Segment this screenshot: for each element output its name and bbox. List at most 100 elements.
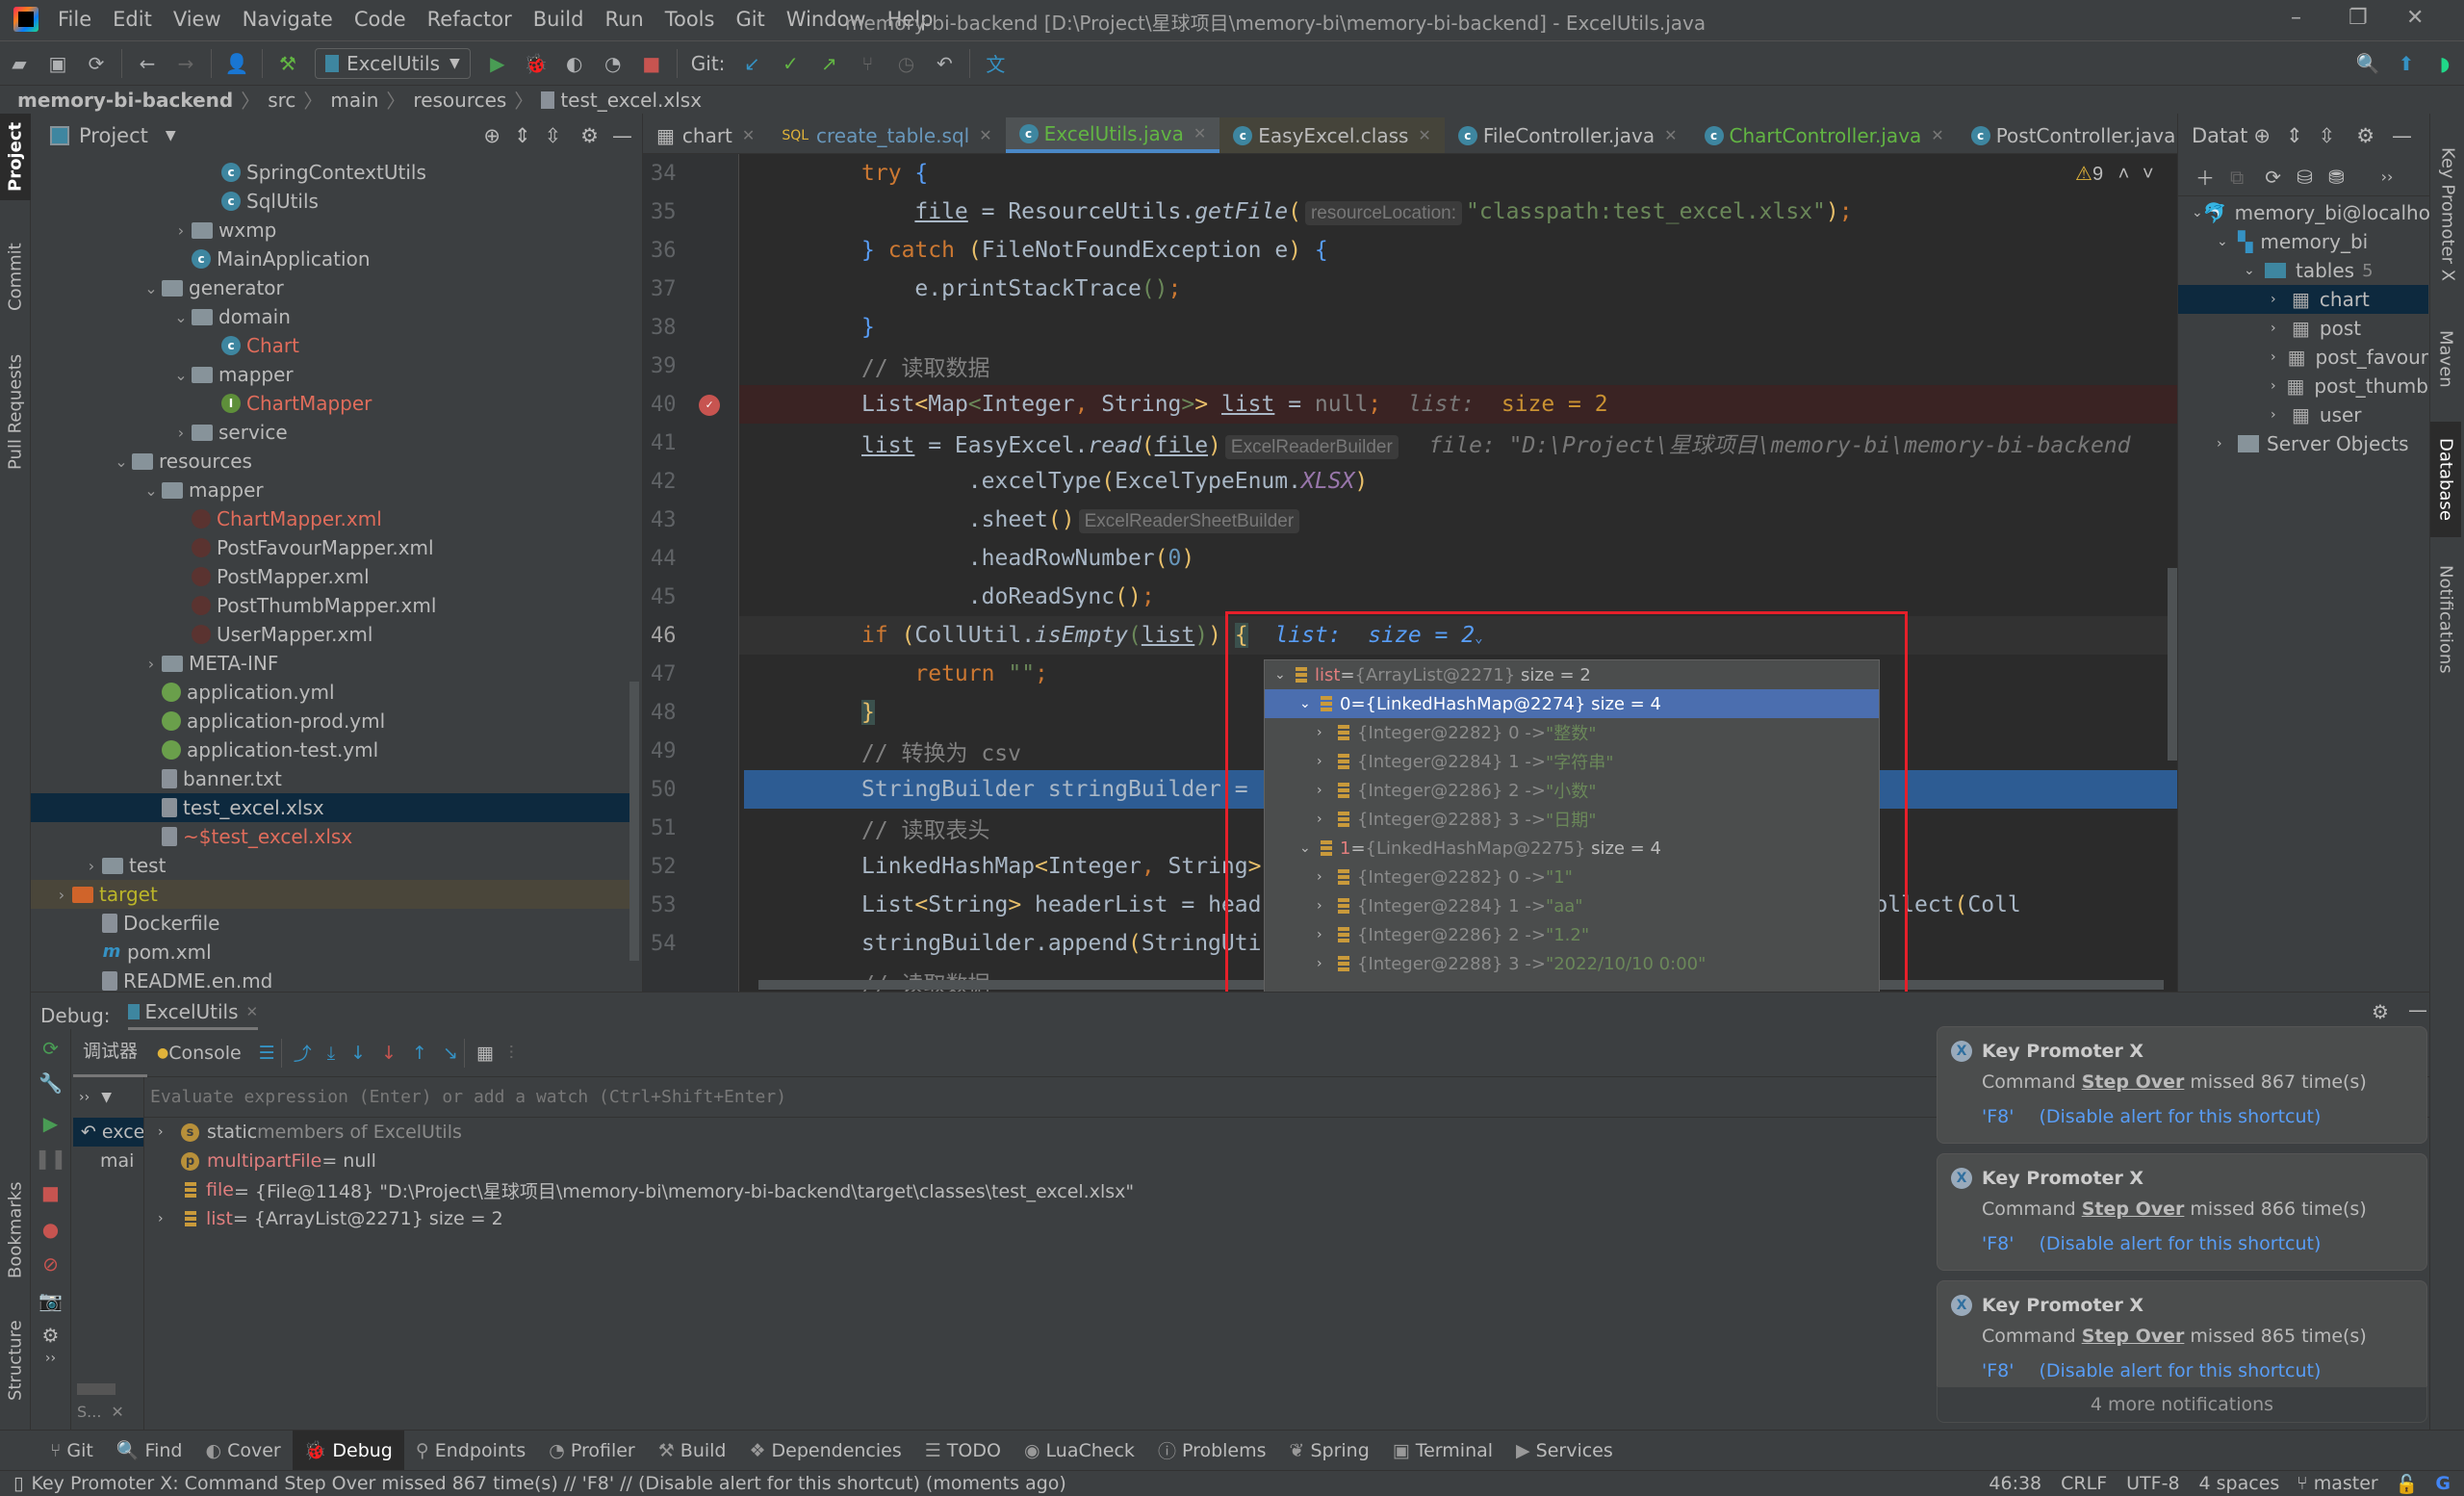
chevron-down-icon[interactable]: ⌄: [111, 452, 132, 471]
force-step-into-icon[interactable]: ↓: [381, 1043, 397, 1064]
add-icon[interactable]: ＋: [2195, 163, 2215, 191]
rollback-icon[interactable]: ↶: [932, 51, 957, 76]
run-to-cursor-icon[interactable]: ↘: [443, 1043, 458, 1064]
build-hammer-icon[interactable]: ⚒: [275, 51, 300, 76]
tool-window-debug[interactable]: 🐞 Debug: [292, 1430, 404, 1471]
menu-navigate[interactable]: Navigate: [243, 8, 333, 31]
popup-entry-row[interactable]: › {Integer@2286} 2 -> "小数": [1265, 776, 1879, 805]
db-table-item[interactable]: › ▦ post_favour: [2178, 343, 2428, 372]
save-icon[interactable]: ▣: [45, 51, 70, 76]
project-tree-item[interactable]: application.yml: [31, 678, 639, 707]
db-table-item[interactable]: › ▦ post_thumb: [2178, 372, 2428, 400]
chevron-down-icon[interactable]: ⌄: [141, 279, 162, 297]
close-tab-icon[interactable]: ✕: [1194, 124, 1206, 142]
code-with-me-icon[interactable]: ◗: [2432, 51, 2457, 76]
locate-icon[interactable]: ⊕: [2253, 124, 2271, 147]
menu-view[interactable]: View: [173, 8, 221, 31]
project-tree-item[interactable]: c MainApplication: [31, 245, 639, 273]
breadcrumb-main[interactable]: main: [330, 89, 378, 112]
project-tree-item[interactable]: › target: [31, 880, 639, 909]
forward-arrow-icon[interactable]: →: [173, 51, 198, 76]
tool-window-endpoints[interactable]: ⚲ Endpoints: [404, 1431, 537, 1471]
debug-variable-row[interactable]: file = {File@1148} "D:\Project\星球项目\memo…: [144, 1175, 1134, 1204]
tool-window-spring[interactable]: ❦ Spring: [1278, 1431, 1381, 1471]
project-tree-item[interactable]: Dockerfile: [31, 909, 639, 938]
evaluate-expression-icon[interactable]: ▦: [476, 1043, 494, 1064]
editor-tab[interactable]: SQL create_table.sql ✕: [768, 117, 1005, 153]
git-branch[interactable]: master: [2314, 1473, 2378, 1494]
step-over-icon[interactable]: ⤓: [327, 1043, 335, 1064]
locate-icon[interactable]: ⊕: [483, 124, 500, 147]
debug-variable-row[interactable]: › s static members of ExcelUtils: [144, 1118, 462, 1147]
popup-entry-row[interactable]: › {Integer@2286} 2 -> "1.2": [1265, 920, 1879, 949]
popup-map-row[interactable]: ⌄ 0 = {LinkedHashMap@2274} size = 4: [1265, 689, 1879, 718]
project-view-title[interactable]: Project: [79, 124, 148, 147]
history-icon[interactable]: ◷: [893, 51, 918, 76]
db-tables-folder-row[interactable]: ⌄ tables 5: [2178, 256, 2428, 285]
popup-entry-row[interactable]: › {Integer@2282} 0 -> "整数": [1265, 718, 1879, 747]
db-table-item[interactable]: › ▦ chart: [2178, 285, 2428, 314]
project-tree-item[interactable]: c SqlUtils: [31, 187, 639, 216]
chevron-right-icon[interactable]: ›: [1317, 754, 1338, 769]
run-configuration-select[interactable]: ExcelUtils ▼: [315, 47, 471, 79]
line-separator[interactable]: CRLF: [2061, 1473, 2107, 1494]
tool-window-git[interactable]: ⑂ Git: [38, 1431, 105, 1471]
chevron-right-icon[interactable]: ›: [170, 424, 192, 442]
tool-window-services[interactable]: ▶ Services: [1504, 1431, 1625, 1471]
popup-entry-row[interactable]: › {Integer@2288} 3 -> "2022/10/10 0:00": [1265, 949, 1879, 978]
more-icon[interactable]: ››: [31, 1351, 70, 1366]
tool-window-terminal[interactable]: ▣ Terminal: [1381, 1431, 1504, 1471]
trace-icon[interactable]: ⫶: [509, 1043, 514, 1064]
menu-edit[interactable]: Edit: [113, 8, 152, 31]
indent-setting[interactable]: 4 spaces: [2199, 1473, 2280, 1494]
rerun-icon[interactable]: ⟳: [31, 1037, 70, 1060]
chevron-down-icon[interactable]: ⌄: [141, 481, 162, 500]
show-execution-point-icon[interactable]: ⤴: [294, 1040, 312, 1066]
chevron-right-icon[interactable]: ›: [141, 655, 162, 673]
user-icon[interactable]: 👤: [224, 51, 249, 76]
close-tab-icon[interactable]: ✕: [1931, 126, 1943, 144]
tool-window-cover[interactable]: ◐ Cover: [193, 1431, 292, 1471]
chevron-right-icon[interactable]: ›: [1317, 927, 1338, 942]
db-schema-row[interactable]: ⌄ ▚ memory_bi: [2178, 227, 2428, 256]
git-update-icon[interactable]: ↙: [739, 51, 764, 76]
camera-icon[interactable]: 📷: [31, 1289, 70, 1312]
resume-icon[interactable]: ▶: [31, 1112, 70, 1135]
minimize-icon[interactable]: —: [612, 124, 632, 147]
database-stop-icon[interactable]: ⛃: [2328, 166, 2345, 189]
project-tree-item[interactable]: I ChartMapper: [31, 389, 639, 418]
more-icon[interactable]: ››: [79, 1090, 90, 1105]
tool-tab-structure[interactable]: Structure: [0, 1307, 31, 1413]
editor-tab[interactable]: c ExcelUtils.java ✕: [1005, 117, 1220, 153]
editor-tab[interactable]: c EasyExcel.class ✕: [1219, 117, 1445, 153]
expand-all-icon[interactable]: ⇕: [514, 124, 531, 147]
chevron-down-icon[interactable]: ▼: [101, 1090, 112, 1105]
debug-variable-row[interactable]: › list = {ArrayList@2271} size = 2: [144, 1204, 503, 1233]
notification-card[interactable]: X Key Promoter X Command Step Over missed …: [1937, 1153, 2427, 1271]
next-highlight-icon[interactable]: ˅: [2143, 164, 2154, 185]
debug-session-tab[interactable]: ExcelUtils ✕: [127, 1000, 259, 1030]
lock-icon[interactable]: 🔓: [2396, 1473, 2419, 1495]
project-tree-item[interactable]: c Chart: [31, 331, 639, 360]
tool-tab-pull-requests[interactable]: Pull Requests: [0, 345, 31, 479]
disable-alert-link[interactable]: (Disable alert for this shortcut): [2039, 1233, 2321, 1254]
chevron-down-icon[interactable]: ⌄: [1274, 667, 1296, 683]
project-tree-item[interactable]: › wxmp: [31, 216, 639, 245]
tool-window-dependencies[interactable]: ❖ Dependencies: [737, 1431, 912, 1471]
tool-window-problems[interactable]: ⓘ Problems: [1146, 1431, 1278, 1471]
project-tree-item[interactable]: ⌄ generator: [31, 273, 639, 302]
back-arrow-icon[interactable]: ←: [135, 51, 160, 76]
close-icon[interactable]: ✕: [111, 1403, 123, 1421]
project-tree-item[interactable]: application-prod.yml: [31, 707, 639, 735]
tab-console[interactable]: Console: [168, 1043, 241, 1064]
db-table-item[interactable]: › ▦ user: [2178, 400, 2428, 429]
menu-build[interactable]: Build: [533, 8, 584, 31]
tool-tab-notifications[interactable]: Notifications: [2430, 547, 2461, 691]
run-icon[interactable]: ▶: [485, 51, 510, 76]
debug-variable-row[interactable]: p multipartFile = null: [144, 1147, 376, 1175]
breadcrumb-resources[interactable]: resources: [413, 89, 506, 112]
update-icon[interactable]: ⬆: [2394, 51, 2419, 76]
tool-window-find[interactable]: 🔍 Find: [105, 1431, 194, 1471]
collapse-all-icon[interactable]: ⇳: [2319, 124, 2336, 147]
search-icon[interactable]: 🔍: [2355, 51, 2380, 76]
